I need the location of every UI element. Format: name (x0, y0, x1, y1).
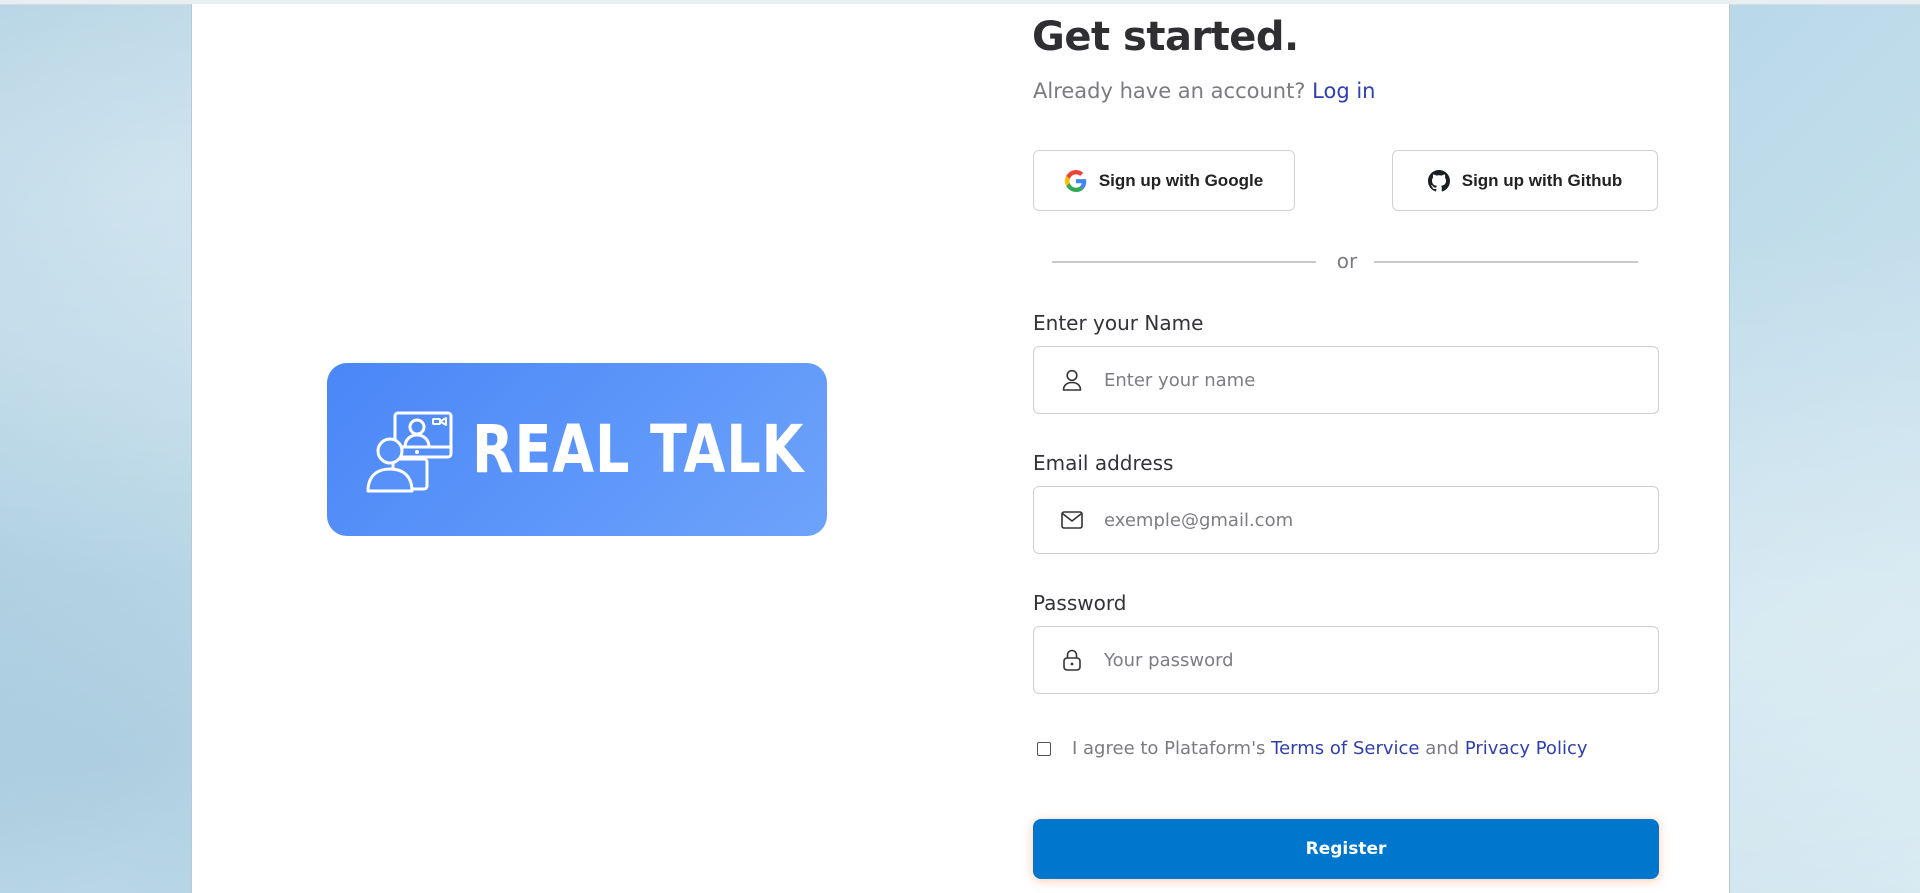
terms-checkbox[interactable] (1037, 741, 1051, 756)
brand-name: REAL TALK (472, 411, 805, 488)
google-signup-button[interactable]: Sign up with Google (1033, 150, 1295, 211)
terms-of-service-link[interactable]: Terms of Service (1271, 738, 1419, 759)
divider-line-left (1052, 261, 1316, 263)
google-signup-label: Sign up with Google (1098, 170, 1264, 190)
page-title: Get started. (1032, 14, 1299, 60)
or-divider: or (1052, 249, 1638, 273)
video-call-icon (366, 411, 453, 493)
google-icon (1064, 169, 1087, 192)
github-icon (1427, 169, 1450, 191)
name-input[interactable] (1102, 368, 1646, 392)
real-talk-logo: REAL TALK (327, 363, 827, 536)
terms-agreement: I agree to Plataform's Terms of Service … (1037, 738, 1588, 759)
github-signup-label: Sign up with Github (1461, 170, 1623, 190)
login-prompt-text: Already have an account? (1033, 79, 1306, 103)
register-button[interactable]: Register (1033, 819, 1659, 879)
password-input[interactable] (1102, 648, 1646, 672)
privacy-policy-link[interactable]: Privacy Policy (1465, 738, 1588, 759)
password-field[interactable] (1033, 626, 1659, 694)
email-label: Email address (1033, 451, 1174, 475)
name-field[interactable] (1033, 346, 1659, 414)
signup-card: REAL TALK Get started. Already have an a… (191, 4, 1730, 893)
github-signup-button[interactable]: Sign up with Github (1392, 150, 1658, 211)
login-link[interactable]: Log in (1312, 79, 1375, 103)
password-label: Password (1033, 591, 1127, 615)
mail-icon (1060, 508, 1084, 532)
agree-prefix-text: I agree to Plataform's (1072, 738, 1266, 759)
divider-text: or (1336, 249, 1358, 273)
email-field[interactable] (1033, 486, 1659, 554)
divider-line-right (1374, 261, 1638, 263)
agree-and-text: and (1425, 738, 1460, 759)
user-icon (1060, 368, 1084, 392)
lock-icon (1060, 648, 1084, 672)
login-prompt: Already have an account? Log in (1033, 79, 1375, 103)
name-label: Enter your Name (1033, 311, 1204, 335)
email-input[interactable] (1102, 508, 1646, 532)
